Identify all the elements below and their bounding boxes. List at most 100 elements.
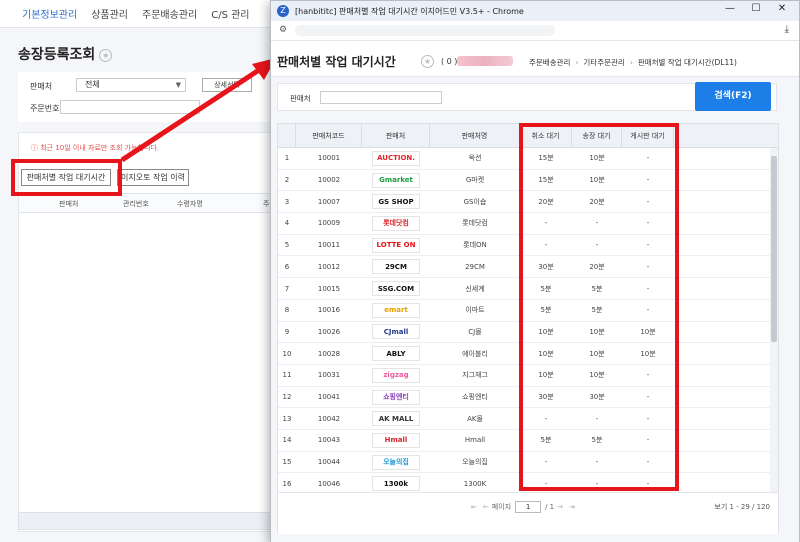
seller-label: 판매처 [30, 82, 53, 91]
cell-name: 29CM [465, 262, 485, 271]
scrollbar-thumb[interactable] [771, 156, 777, 342]
seller-select[interactable]: 전체 ▼ [76, 78, 186, 92]
popup-page-title: 판매처별 작업 대기시간 [277, 55, 396, 69]
cell-code: 10046 [317, 479, 341, 488]
download-icon[interactable]: ⤓ [785, 24, 789, 35]
breadcrumb-item[interactable]: 기타주문관리 [583, 58, 624, 67]
col-row-no [278, 124, 296, 148]
seller-logo: Gmarket [372, 172, 420, 188]
window-controls: — ☐ ✕ [717, 3, 795, 14]
cell-row-no: 2 [284, 176, 290, 185]
cell-logo: SSG.COM [362, 278, 430, 299]
col-name[interactable]: 판매처명 [430, 124, 520, 148]
chevron-right-icon: › [629, 58, 633, 67]
nav-item[interactable]: 주문배송관리 [142, 6, 197, 21]
cell-row-no: 10 [282, 349, 292, 358]
view-info: 보기 1 - 29 / 120 [714, 503, 770, 511]
seller-logo: emart [372, 302, 420, 318]
cell-name: CJ몰 [468, 327, 482, 336]
minimize-button[interactable]: — [717, 3, 743, 14]
cell-logo: 오늘의집 [362, 452, 430, 473]
nav-item[interactable]: C/S 관리 [211, 6, 249, 21]
page-label: 페이지 [491, 503, 512, 511]
seller-search-input[interactable] [320, 91, 442, 104]
search-button[interactable]: 검색(F2) [695, 82, 771, 111]
breadcrumb-item[interactable]: 주문배송관리 [529, 58, 570, 67]
cell-code: 10041 [317, 393, 341, 402]
seller-logo: 29CM [372, 259, 420, 275]
seller-logo: SSG.COM [372, 281, 420, 297]
col-more: 주 [263, 200, 270, 208]
seller-logo: 쇼핑엔티 [372, 389, 420, 405]
cell-row-no: 12 [282, 393, 292, 402]
last-page-icon[interactable]: ⇥ [569, 503, 575, 511]
cell-name: G마켓 [465, 176, 485, 185]
cell-name: Hmall [464, 436, 486, 445]
cell-logo: 29CM [362, 257, 430, 278]
redacted-blur [457, 56, 513, 66]
cell-code: 10016 [317, 306, 341, 315]
cell-name: 신세계 [465, 284, 485, 293]
cell-code: 10042 [317, 414, 341, 423]
cell-logo: AUCTION. [362, 148, 430, 169]
history-button[interactable]: 이지오토 작업 이력 [117, 169, 189, 186]
url-field[interactable] [295, 25, 555, 36]
pager: ⇤ ← 페이지 1 / 1 → ⇥ [468, 501, 578, 513]
cell-logo: ABLY [362, 343, 430, 364]
col-code[interactable]: 판매처코드 [296, 124, 362, 148]
col-logo[interactable]: 판매처 [362, 124, 430, 148]
page-input[interactable]: 1 [515, 501, 542, 513]
page-title-text: 송장등록조회 [18, 47, 96, 63]
detail-select-button[interactable]: 상세선택 [202, 78, 252, 92]
cell-row-no: 8 [284, 306, 290, 315]
seller-logo: 1300k [372, 476, 420, 492]
cell-row-no: 15 [282, 458, 292, 467]
cell-logo: LOTTE ON [362, 235, 430, 256]
cell-name: 이마트 [465, 306, 485, 315]
favorite-star-icon[interactable]: ★ [99, 48, 113, 62]
first-page-icon[interactable]: ⇤ [471, 503, 477, 511]
horizontal-scrollbar[interactable] [18, 512, 280, 530]
cell-name: 옥션 [468, 154, 482, 163]
seller-logo: CJmall [372, 324, 420, 340]
close-button[interactable]: ✕ [769, 3, 795, 14]
seller-logo: GS SHOP [372, 194, 420, 210]
window-title: [hanbititc] 판매처별 작업 대기시간 이지어드민 V3.5+ - C… [295, 6, 524, 16]
cell-logo: Hmall [362, 430, 430, 451]
chevron-down-icon: ▼ [175, 81, 181, 89]
nav-item[interactable]: 기본정보관리 [22, 6, 77, 21]
maximize-button[interactable]: ☐ [743, 3, 769, 14]
next-page-icon[interactable]: → [557, 503, 563, 511]
table-header: 판매처 관리번호 수령자명 주 [19, 193, 281, 213]
cell-logo: 쇼핑엔티 [362, 387, 430, 408]
vertical-scrollbar[interactable] [770, 148, 778, 492]
seller-logo: AK MALL [372, 411, 420, 427]
cell-row-no: 14 [282, 436, 292, 445]
window-titlebar[interactable]: Z [hanbititc] 판매처별 작업 대기시간 이지어드민 V3.5+ -… [271, 1, 799, 21]
favorite-star-icon[interactable]: ★ [421, 55, 434, 68]
grid-footer: ⇤ ← 페이지 1 / 1 → ⇥ 보기 1 - 29 / 120 [278, 492, 778, 534]
prev-page-icon[interactable]: ← [483, 503, 489, 511]
cell-row-no: 13 [282, 414, 292, 423]
cell-row-no: 5 [284, 241, 290, 250]
cell-row-no: 3 [284, 197, 290, 206]
search-form: 판매처 전체 ▼ 상세선택 주문번호 [18, 72, 280, 122]
seller-logo: 롯데닷컴 [372, 215, 420, 231]
cell-code: 10012 [317, 262, 341, 271]
breadcrumb: 주문배송관리 › 기타주문관리 › 판매처별 작업 대기시간(DL11) [529, 57, 737, 68]
cell-row-no: 1 [284, 154, 290, 163]
cell-code: 10026 [317, 327, 341, 336]
cell-row-no: 4 [284, 219, 290, 228]
cell-row-no: 9 [284, 327, 290, 336]
cell-logo: AK MALL [362, 408, 430, 429]
total-pages: / 1 [545, 503, 555, 511]
site-settings-icon[interactable]: ⚙ [279, 25, 287, 35]
cell-row-no: 16 [282, 479, 292, 488]
nav-item[interactable]: 상품관리 [91, 6, 128, 21]
count-text: ( 0 ) [441, 57, 458, 66]
col-recipient: 수령자명 [177, 200, 203, 208]
cell-name: 에이블리 [462, 349, 488, 358]
cell-logo: Gmarket [362, 170, 430, 191]
order-no-input[interactable] [60, 100, 200, 114]
cell-code: 10028 [317, 349, 341, 358]
